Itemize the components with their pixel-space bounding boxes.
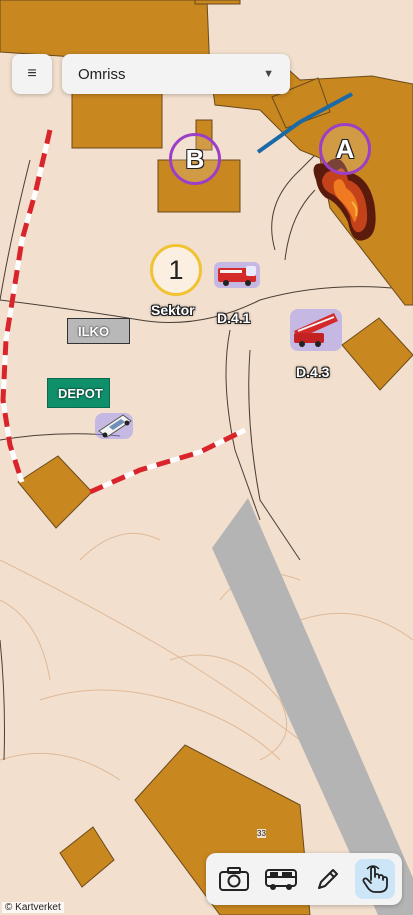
draw-button[interactable]	[308, 859, 348, 899]
pencil-icon	[317, 869, 338, 889]
unit-label-d41: D.4.1	[217, 310, 251, 326]
vehicle-button[interactable]	[261, 859, 301, 899]
unit-label-d43: D.4.3	[296, 364, 330, 380]
menu-button[interactable]: ≡	[12, 54, 52, 94]
camera-icon	[218, 867, 249, 891]
layer-select-value: Omriss	[78, 65, 126, 83]
hamburger-icon: ≡	[27, 65, 37, 82]
hand-pointer-icon	[362, 865, 388, 893]
pointer-button[interactable]	[354, 859, 395, 899]
point-marker-b[interactable]: B	[169, 133, 221, 185]
toolbar	[206, 853, 402, 905]
map-attribution: © Kartverket	[2, 902, 64, 913]
car-icon[interactable]	[93, 409, 135, 443]
ladder-truck-icon[interactable]	[288, 307, 344, 353]
depot-label[interactable]: DEPOT	[47, 378, 110, 408]
sector-marker[interactable]: 1	[150, 244, 202, 296]
point-marker-a-label: A	[335, 133, 355, 164]
fire-truck-icon[interactable]	[212, 258, 262, 292]
vehicle-icon	[264, 869, 297, 890]
road-number: 33	[257, 829, 266, 838]
sector-label: Sektor	[151, 302, 195, 318]
ilko-label[interactable]: ILKO	[67, 318, 130, 344]
sector-number: 1	[168, 254, 184, 285]
point-marker-a[interactable]: A	[319, 123, 371, 175]
layer-select[interactable]: Omriss ▼	[62, 54, 290, 94]
camera-button[interactable]	[214, 859, 254, 899]
chevron-down-icon: ▼	[263, 68, 274, 80]
point-marker-b-label: B	[185, 143, 205, 174]
